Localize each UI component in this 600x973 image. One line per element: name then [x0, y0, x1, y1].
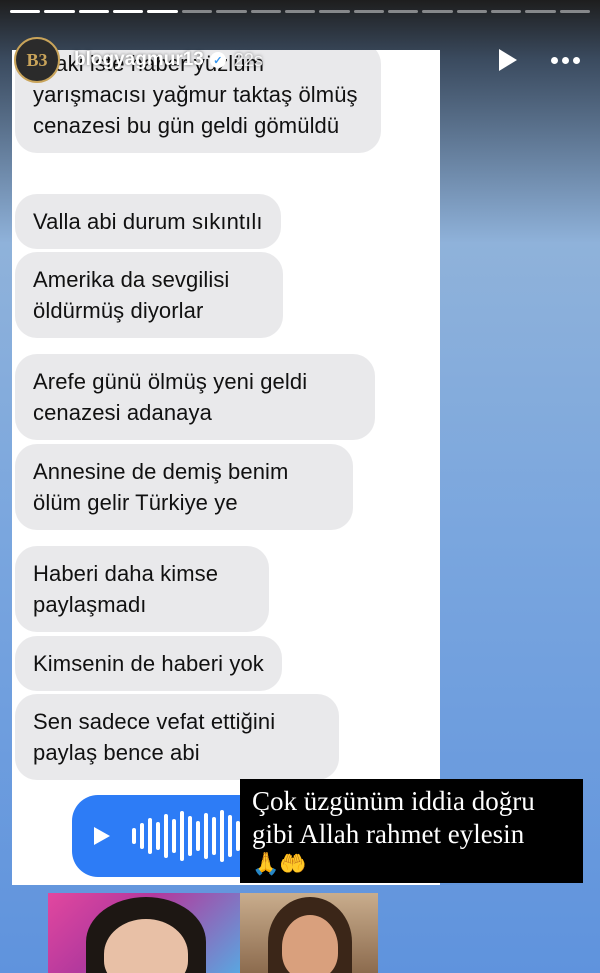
message-bubble: Amerika da sevgilisi öldürmüş diyorlar — [15, 252, 283, 338]
progress-segment — [353, 10, 384, 13]
verified-badge-icon: ✓ — [209, 52, 226, 68]
story-header: B3 blogyagmur13 ✓ 22s — [14, 36, 586, 84]
play-icon[interactable] — [94, 827, 110, 845]
story-caption: Çok üzgünüm iddia doğru gibi Allah rahme… — [240, 779, 583, 883]
play-icon[interactable] — [499, 49, 517, 71]
progress-segment — [78, 10, 110, 13]
progress-segment — [387, 10, 419, 13]
progress-segment — [44, 10, 75, 13]
photo-thumbnail — [48, 893, 240, 973]
progress-segment — [456, 10, 488, 13]
progress-segment — [559, 10, 591, 13]
message-bubble: Arefe günü ölmüş yeni geldi cenazesi ada… — [15, 354, 375, 440]
progress-segment — [284, 10, 316, 13]
avatar[interactable]: B3 — [14, 37, 60, 83]
post-time: 22s — [233, 49, 263, 70]
more-options-icon[interactable] — [551, 56, 580, 64]
username[interactable]: blogyagmur13 — [74, 49, 204, 71]
photo-thumbnail — [240, 893, 378, 973]
message-bubble: Annesine de demiş benim ölüm gelir Türki… — [15, 444, 353, 530]
caption-emoji: 🙏🤲 — [252, 852, 307, 877]
progress-segment — [10, 10, 41, 13]
progress-segment — [422, 10, 453, 13]
progress-segment — [525, 10, 556, 13]
progress-segment — [319, 10, 350, 13]
progress-segment — [147, 10, 178, 13]
progress-segment — [250, 10, 281, 13]
story-progress-bar — [10, 10, 591, 13]
caption-text: Çok üzgünüm iddia doğru gibi Allah rahme… — [252, 786, 535, 849]
message-bubble: Sen sadece vefat ettiğini paylaş bence a… — [15, 694, 339, 780]
progress-segment — [216, 10, 247, 13]
message-bubble: Valla abi durum sıkıntılı — [15, 194, 281, 249]
chat-screenshot: i saki iste haber yüzlüm yarışmacısı yağ… — [12, 50, 440, 885]
message-bubble: Haberi daha kimse paylaşmadı — [15, 546, 269, 632]
progress-segment — [181, 10, 213, 13]
progress-segment — [113, 10, 144, 13]
message-bubble: Kimsenin de haberi yok — [15, 636, 282, 691]
progress-segment — [491, 10, 522, 13]
